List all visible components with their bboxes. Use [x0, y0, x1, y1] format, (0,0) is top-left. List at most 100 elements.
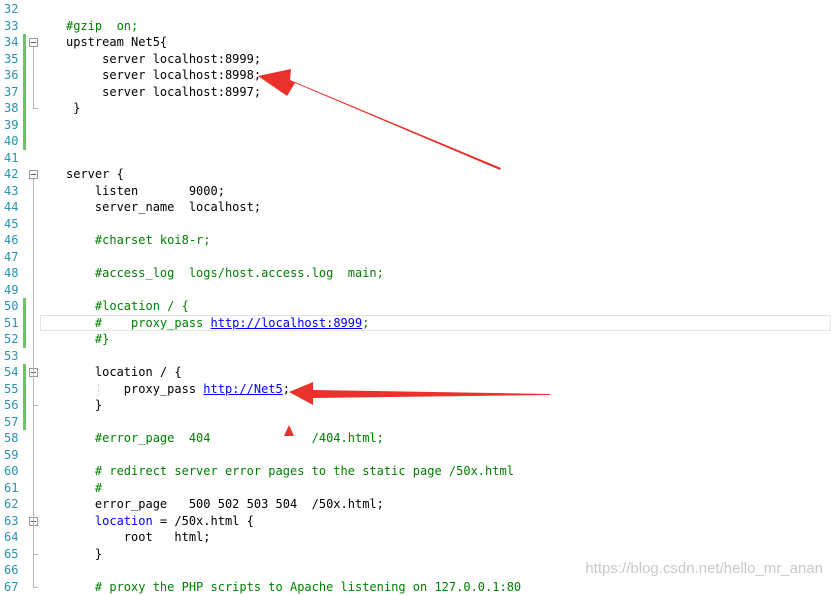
code-line[interactable]: 44 server_name localhost;	[0, 199, 831, 216]
change-indicator	[23, 117, 26, 134]
line-number: 44	[4, 199, 24, 216]
code-text: error_page 500 502 503 504 /50x.html;	[66, 496, 384, 513]
code-text: root html;	[66, 529, 211, 546]
code-line[interactable]: 33 #gzip on;	[0, 18, 831, 35]
code-line[interactable]: 36 server localhost:8998;	[0, 67, 831, 84]
code-suffix: ;	[362, 316, 369, 330]
line-number: 32	[4, 1, 24, 18]
code-line[interactable]: 34upstream Net5{	[0, 34, 831, 51]
line-number: 59	[4, 447, 24, 464]
code-line[interactable]: 49	[0, 282, 831, 299]
fold-guide-end	[33, 405, 38, 406]
code-line[interactable]: 64 root html;	[0, 529, 831, 546]
change-indicator	[23, 133, 26, 150]
code-line[interactable]: 32	[0, 1, 831, 18]
code-line[interactable]: 39	[0, 117, 831, 134]
code-line[interactable]: 58 #error_page 404 /404.html;	[0, 430, 831, 447]
code-line[interactable]: 54 location / {	[0, 364, 831, 381]
fold-guide-end	[33, 108, 38, 109]
code-suffix: ;	[283, 382, 290, 396]
code-text: server localhost:8997;	[66, 84, 261, 101]
line-number: 43	[4, 183, 24, 200]
line-number: 61	[4, 480, 24, 497]
code-text: location / {	[66, 364, 182, 381]
line-number: 58	[4, 430, 24, 447]
line-number: 41	[4, 150, 24, 167]
line-number: 42	[4, 166, 24, 183]
code-line[interactable]: 37 server localhost:8997;	[0, 84, 831, 101]
code-text: }	[66, 397, 102, 414]
line-number: 57	[4, 414, 24, 431]
code-line[interactable]: 43 listen 9000;	[0, 183, 831, 200]
line-number: 53	[4, 348, 24, 365]
code-line[interactable]: 48 #access_log logs/host.access.log main…	[0, 265, 831, 282]
code-url-link[interactable]: http://localhost:8999	[211, 316, 363, 330]
line-number: 33	[4, 18, 24, 35]
fold-guide-line	[33, 526, 34, 554]
change-indicator	[23, 414, 26, 431]
code-text: # proxy_pass http://localhost:8999;	[66, 315, 369, 332]
code-line[interactable]: 52 #}	[0, 331, 831, 348]
code-text: #location / {	[66, 298, 189, 315]
change-indicator	[23, 84, 26, 101]
code-line[interactable]: 41	[0, 150, 831, 167]
indent-guide	[98, 384, 99, 396]
code-line[interactable]: 53	[0, 348, 831, 365]
line-number: 34	[4, 34, 24, 51]
change-indicator	[23, 298, 26, 315]
change-indicator	[23, 100, 26, 117]
code-line[interactable]: 60 # redirect server error pages to the …	[0, 463, 831, 480]
code-keyword: location	[66, 514, 153, 528]
line-number: 35	[4, 51, 24, 68]
code-text: server localhost:8999;	[66, 51, 261, 68]
fold-guide-line	[33, 47, 34, 108]
code-text: }	[66, 546, 102, 563]
line-number: 37	[4, 84, 24, 101]
code-text: #error_page 404 /404.html;	[66, 430, 384, 447]
code-line[interactable]: 55 proxy_pass http://Net5;	[0, 381, 831, 398]
code-text: server_name localhost;	[66, 199, 261, 216]
code-line[interactable]: 35 server localhost:8999;	[0, 51, 831, 68]
code-line[interactable]: 51 # proxy_pass http://localhost:8999;	[0, 315, 831, 332]
code-line[interactable]: 61 #	[0, 480, 831, 497]
code-line[interactable]: 59	[0, 447, 831, 464]
line-number: 51	[4, 315, 24, 332]
code-line[interactable]: 38 }	[0, 100, 831, 117]
code-text: #charset koi8-r;	[66, 232, 211, 249]
collapse-toggle-icon[interactable]	[29, 38, 38, 47]
code-line[interactable]: 47	[0, 249, 831, 266]
line-number: 49	[4, 282, 24, 299]
code-line[interactable]: 50 #location / {	[0, 298, 831, 315]
code-prefix: # proxy_pass	[66, 316, 211, 330]
code-line[interactable]: 40	[0, 133, 831, 150]
line-number: 64	[4, 529, 24, 546]
code-line[interactable]: 62 error_page 500 502 503 504 /50x.html;	[0, 496, 831, 513]
code-text: server localhost:8998;	[66, 67, 261, 84]
line-number: 56	[4, 397, 24, 414]
change-indicator	[23, 397, 26, 414]
code-rest: = /50x.html {	[153, 514, 254, 528]
code-line[interactable]: 45	[0, 216, 831, 233]
code-text: #gzip on;	[66, 18, 138, 35]
line-number: 60	[4, 463, 24, 480]
change-indicator	[23, 67, 26, 84]
line-number: 39	[4, 117, 24, 134]
code-text: #}	[66, 331, 109, 348]
line-number: 66	[4, 562, 24, 579]
line-number: 62	[4, 496, 24, 513]
collapse-toggle-icon[interactable]	[29, 170, 38, 179]
line-number: 65	[4, 546, 24, 563]
change-indicator	[23, 381, 26, 398]
code-text: server {	[66, 166, 124, 183]
code-text: listen 9000;	[66, 183, 225, 200]
code-line[interactable]: 42 server {	[0, 166, 831, 183]
code-line[interactable]: 63 location = /50x.html {	[0, 513, 831, 530]
code-editor[interactable]: 3233 #gzip on;34upstream Net5{35 server l…	[0, 0, 831, 587]
code-text: #	[66, 480, 102, 497]
line-number: 50	[4, 298, 24, 315]
code-line[interactable]: 56 }	[0, 397, 831, 414]
code-line[interactable]: 57	[0, 414, 831, 431]
code-line[interactable]: 46 #charset koi8-r;	[0, 232, 831, 249]
code-url-link[interactable]: http://Net5	[203, 382, 282, 396]
line-number: 36	[4, 67, 24, 84]
